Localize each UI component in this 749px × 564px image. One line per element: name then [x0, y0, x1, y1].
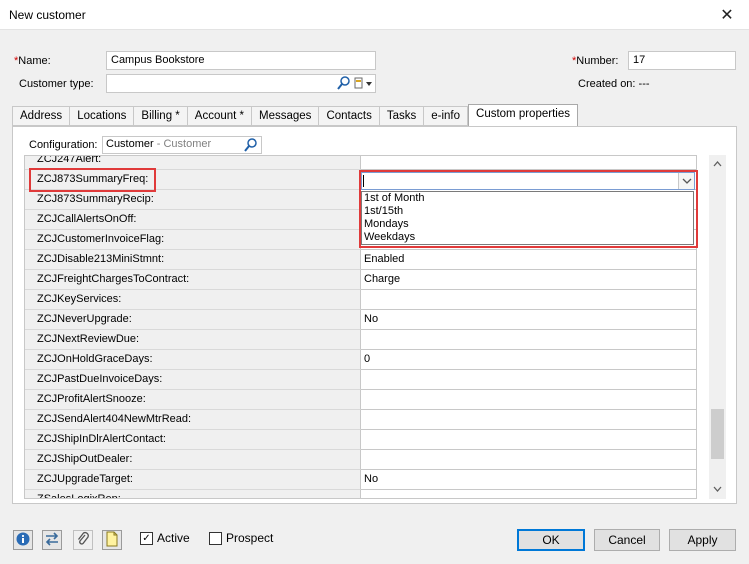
property-name: ZCJDisable213MiniStmnt:	[25, 250, 361, 270]
property-value[interactable]	[361, 410, 696, 430]
tab-address[interactable]: Address	[12, 106, 70, 126]
property-value[interactable]	[361, 330, 696, 350]
property-row: ZCJNextReviewDue:	[25, 330, 696, 350]
property-name: ZCJFreightChargesToContract:	[25, 270, 361, 290]
property-name: ZCJUpgradeTarget:	[25, 470, 361, 490]
property-name: ZCJOnHoldGraceDays:	[25, 350, 361, 370]
apply-button[interactable]: Apply	[669, 529, 736, 551]
property-value[interactable]	[361, 156, 696, 170]
property-name: ZCJShipInDlrAlertContact:	[25, 430, 361, 450]
property-row: ZCJKeyServices:	[25, 290, 696, 310]
title-bar: New customer ✕	[0, 0, 749, 30]
tab-custom-properties[interactable]: Custom properties	[468, 104, 578, 126]
tab-account[interactable]: Account *	[186, 106, 252, 126]
notes-button[interactable]	[102, 530, 122, 550]
property-row: ZCJOnHoldGraceDays: 0	[25, 350, 696, 370]
property-name: ZCJCallAlertsOnOff:	[25, 210, 361, 230]
grid-scrollbar[interactable]	[709, 155, 726, 499]
property-name: ZCJNextReviewDue:	[25, 330, 361, 350]
customer-type-field[interactable]	[106, 74, 376, 93]
property-row: ZCJDisable213MiniStmnt: Enabled	[25, 250, 696, 270]
tab-messages[interactable]: Messages	[251, 106, 319, 126]
created-on-label: Created on: ---	[578, 78, 650, 90]
tab-e-info[interactable]: e-info	[423, 106, 469, 126]
swap-arrows-icon	[44, 531, 60, 549]
property-value[interactable]	[361, 390, 696, 410]
configuration-search-icon[interactable]	[244, 137, 258, 153]
property-row: ZCJProfitAlertSnooze:	[25, 390, 696, 410]
tab-strip: Address Locations Billing * Account * Me…	[12, 104, 578, 126]
tab-locations[interactable]: Locations	[69, 106, 134, 126]
property-row: ZCJShipOutDealer:	[25, 450, 696, 470]
property-row: ZCJNeverUpgrade: No	[25, 310, 696, 330]
close-button[interactable]: ✕	[705, 0, 749, 30]
tab-tasks[interactable]: Tasks	[378, 106, 424, 126]
customer-type-label: Customer type:	[19, 78, 94, 90]
info-button[interactable]	[13, 530, 33, 550]
property-name: ZCJKeyServices:	[25, 290, 361, 310]
property-value[interactable]	[361, 290, 696, 310]
paperclip-icon	[76, 531, 90, 550]
name-field[interactable]: Campus Bookstore	[106, 51, 376, 70]
property-name: ZCJCustomerInvoiceFlag:	[25, 230, 361, 250]
dropdown-highlight	[359, 170, 698, 248]
property-value[interactable]	[361, 490, 696, 498]
property-row: ZSalesLogixRep:	[25, 490, 696, 498]
property-name: ZCJNeverUpgrade:	[25, 310, 361, 330]
property-value[interactable]	[361, 370, 696, 390]
property-name: ZCJ873SummaryRecip:	[25, 190, 361, 210]
property-row: ZCJFreightChargesToContract: Charge	[25, 270, 696, 290]
tab-billing[interactable]: Billing *	[133, 106, 187, 126]
property-row: ZCJSendAlert404NewMtrRead:	[25, 410, 696, 430]
configuration-label: Configuration:	[29, 139, 98, 151]
property-value[interactable]	[361, 430, 696, 450]
ok-button[interactable]: OK	[517, 529, 585, 551]
property-row: ZCJPastDueInvoiceDays:	[25, 370, 696, 390]
property-value[interactable]: No	[361, 470, 696, 490]
prospect-label: Prospect	[226, 531, 274, 545]
scroll-up-icon[interactable]	[709, 157, 726, 173]
property-name-highlight	[29, 168, 156, 192]
property-value[interactable]: 0	[361, 350, 696, 370]
tab-contacts[interactable]: Contacts	[318, 106, 379, 126]
active-label: Active	[157, 531, 190, 545]
property-value[interactable]: Charge	[361, 270, 696, 290]
property-name: ZCJShipOutDealer:	[25, 450, 361, 470]
scroll-down-icon[interactable]	[709, 482, 726, 498]
property-row: ZCJUpgradeTarget: No	[25, 470, 696, 490]
prospect-checkbox[interactable]	[209, 532, 222, 545]
scroll-thumb[interactable]	[711, 409, 724, 459]
property-row: ZCJShipInDlrAlertContact:	[25, 430, 696, 450]
close-icon: ✕	[720, 7, 734, 24]
transfer-button[interactable]	[42, 530, 62, 550]
search-icon[interactable]	[337, 75, 351, 91]
info-icon	[16, 532, 30, 549]
configuration-field[interactable]: Customer - Customer	[102, 136, 262, 154]
active-checkbox[interactable]: ✓	[140, 532, 153, 545]
property-name: ZSalesLogixRep:	[25, 490, 361, 498]
window-title: New customer	[9, 8, 86, 22]
property-value[interactable]: No	[361, 310, 696, 330]
property-value[interactable]: Enabled	[361, 250, 696, 270]
type-picker-icon[interactable]	[354, 76, 374, 91]
notes-icon	[105, 531, 119, 550]
cancel-button[interactable]: Cancel	[594, 529, 660, 551]
attach-button[interactable]	[73, 530, 93, 550]
property-value[interactable]	[361, 450, 696, 470]
number-label: *Number:	[572, 55, 619, 67]
name-label: *Name:	[14, 55, 51, 67]
checkmark-icon: ✓	[142, 533, 151, 544]
property-name: ZCJPastDueInvoiceDays:	[25, 370, 361, 390]
number-field[interactable]: 17	[628, 51, 736, 70]
property-name: ZCJSendAlert404NewMtrRead:	[25, 410, 361, 430]
property-name: ZCJProfitAlertSnooze:	[25, 390, 361, 410]
